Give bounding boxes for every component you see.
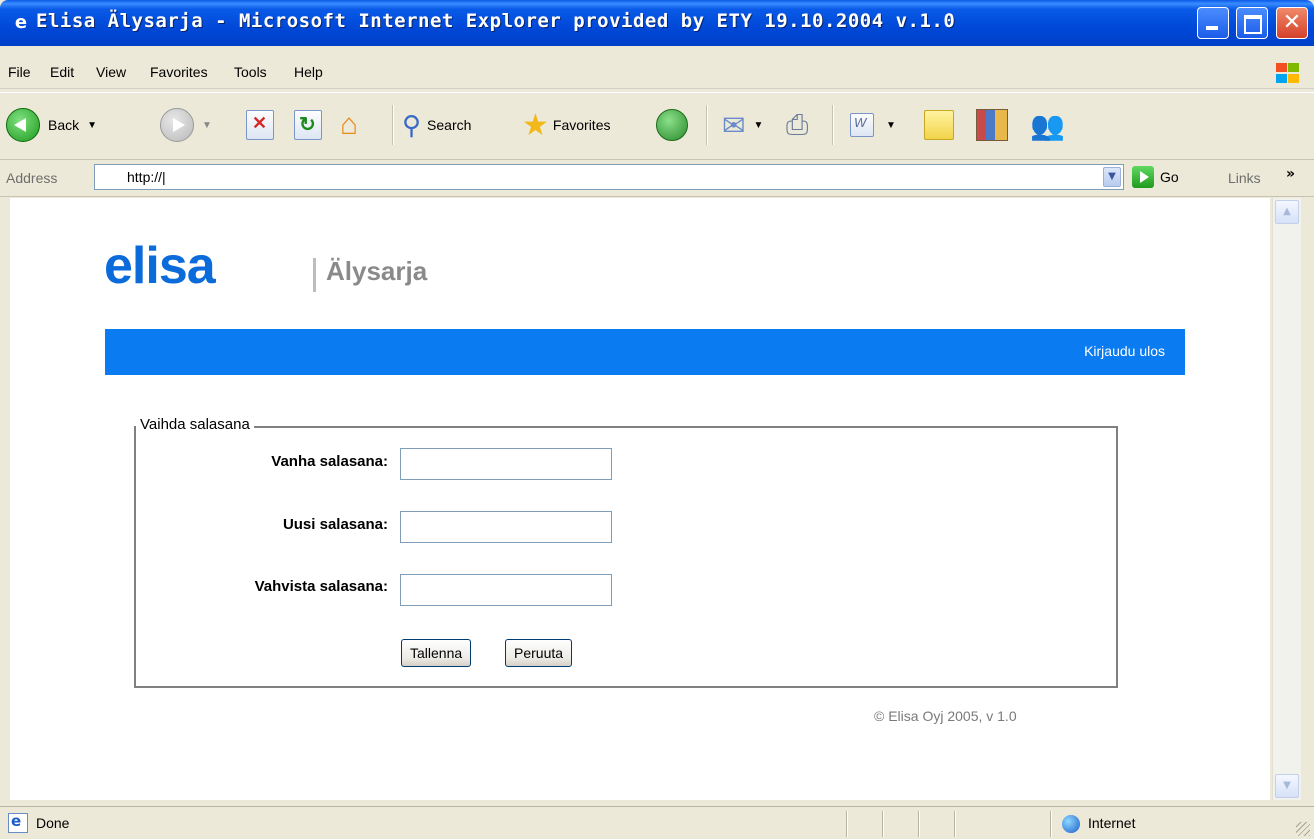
app-name: Älysarja	[326, 256, 428, 286]
close-button[interactable]: ✕	[1276, 7, 1308, 39]
old-password-label: Vanha salasana:	[271, 453, 388, 470]
menu-favorites[interactable]: Favorites	[150, 64, 208, 80]
menu-edit[interactable]: Edit	[50, 64, 74, 80]
menu-file[interactable]: File	[8, 64, 31, 80]
address-label: Address	[6, 170, 58, 186]
forward-arrow-icon	[160, 108, 194, 142]
windows-logo-icon	[1274, 62, 1300, 84]
status-divider	[882, 811, 884, 837]
menu-tools[interactable]: Tools	[234, 64, 267, 80]
status-divider	[1050, 811, 1052, 837]
chevron-right-icon[interactable]: »	[1286, 166, 1295, 182]
go-button[interactable]: Go	[1132, 166, 1179, 188]
menu-help[interactable]: Help	[294, 64, 323, 80]
title-bar[interactable]: e Elisa Älysarja - Microsoft Internet Ex…	[0, 0, 1314, 46]
refresh-button[interactable]: ↻	[294, 103, 322, 147]
mail-icon: ✉	[722, 109, 746, 141]
address-bar: Address http://| ▼ Go Links »	[0, 160, 1314, 197]
menu-bar: File Edit View Favorites Tools Help	[0, 58, 1314, 89]
print-button[interactable]: ⎙	[786, 103, 808, 147]
messenger-button[interactable]: 👥	[1030, 103, 1065, 147]
security-zone-text: Internet	[1088, 815, 1136, 831]
maximize-button[interactable]	[1236, 7, 1268, 39]
address-dropdown-icon[interactable]: ▼	[1103, 167, 1121, 187]
elisa-logo: elisa	[104, 237, 216, 295]
edit-dropdown-icon[interactable]: ▼	[886, 120, 896, 131]
print-icon: ⎙	[786, 108, 809, 140]
window-title: Elisa Älysarja - Microsoft Internet Expl…	[36, 10, 956, 32]
scroll-up-icon[interactable]: ▲	[1275, 200, 1299, 224]
title-divider	[313, 258, 316, 292]
home-icon: ⌂	[340, 108, 359, 141]
forward-dropdown-icon[interactable]: ▼	[202, 120, 212, 131]
toolbar-separator	[832, 105, 834, 145]
scroll-down-icon[interactable]: ▼	[1275, 774, 1299, 798]
home-button[interactable]: ⌂	[340, 103, 358, 147]
back-button[interactable]: Back ▼	[6, 103, 97, 147]
search-button[interactable]: ⚲ Search	[402, 103, 471, 147]
minimize-icon	[1198, 8, 1228, 38]
resize-grip-icon[interactable]	[1296, 822, 1310, 836]
fieldset-legend: Vaihda salasana	[136, 416, 254, 433]
confirm-password-label: Vahvista salasana:	[254, 578, 388, 595]
maximize-icon	[1237, 8, 1267, 38]
history-button[interactable]	[656, 103, 688, 147]
menu-view[interactable]: View	[96, 64, 126, 80]
vertical-scrollbar[interactable]: ▲ ▼	[1272, 198, 1301, 800]
research-button[interactable]	[976, 103, 1008, 147]
address-url: http://|	[127, 169, 166, 185]
mail-dropdown-icon[interactable]: ▼	[753, 120, 763, 131]
copyright-text: © Elisa Oyj 2005, v 1.0	[874, 708, 1017, 724]
word-icon: W	[850, 113, 874, 137]
mail-button[interactable]: ✉ ▼	[722, 103, 763, 147]
stop-icon: ✕	[246, 110, 274, 140]
go-label: Go	[1160, 169, 1179, 185]
messenger-icon: 👥	[1030, 109, 1065, 141]
search-label: Search	[427, 117, 472, 133]
back-label: Back	[48, 117, 80, 133]
search-icon: ⚲	[402, 109, 422, 140]
close-icon: ✕	[1282, 10, 1302, 35]
favorites-label: Favorites	[552, 117, 611, 133]
links-label[interactable]: Links	[1228, 170, 1261, 186]
back-arrow-icon	[6, 108, 40, 142]
forward-button[interactable]: ▼	[160, 103, 212, 147]
edit-word-button[interactable]: W ▼	[850, 103, 896, 147]
cancel-button[interactable]: Peruuta	[505, 639, 573, 667]
favorites-button[interactable]: ★ Favorites	[522, 103, 610, 147]
sticky-note-icon	[924, 110, 954, 140]
address-input[interactable]: http://| ▼	[94, 164, 1124, 190]
confirm-password-input[interactable]	[400, 574, 612, 606]
status-divider	[846, 811, 848, 837]
back-dropdown-icon[interactable]: ▼	[87, 120, 97, 131]
books-icon	[976, 109, 1008, 141]
status-divider	[954, 811, 956, 837]
minimize-button[interactable]	[1197, 7, 1229, 39]
header-band: Kirjaudu ulos	[105, 329, 1185, 375]
toolbar-separator	[706, 105, 708, 145]
refresh-icon: ↻	[294, 110, 322, 140]
status-bar: e Done Internet	[0, 806, 1314, 839]
history-icon	[656, 109, 688, 141]
new-password-input[interactable]	[400, 511, 612, 543]
logout-link[interactable]: Kirjaudu ulos	[1084, 343, 1165, 359]
notes-button[interactable]	[924, 103, 954, 147]
new-password-label: Uusi salasana:	[282, 516, 388, 533]
page-done-icon: e	[8, 812, 28, 833]
stop-button[interactable]: ✕	[246, 103, 274, 147]
status-text: Done	[36, 815, 70, 831]
internet-globe-icon	[1062, 815, 1080, 833]
page-viewport: elisa Älysarja Kirjaudu ulos Vaihda sala…	[10, 198, 1270, 800]
ie-icon: e	[14, 12, 28, 33]
status-divider	[918, 811, 920, 837]
old-password-input[interactable]	[400, 448, 612, 480]
browser-window: e Elisa Älysarja - Microsoft Internet Ex…	[0, 0, 1314, 839]
save-button[interactable]: Tallenna	[401, 639, 472, 667]
go-arrow-icon	[1132, 166, 1154, 188]
standard-toolbar: Back ▼ ▼ ✕ ↻ ⌂ ⚲ Search ★ Favorites ✉ ▼ …	[0, 92, 1314, 160]
favorites-star-icon: ★	[522, 108, 549, 142]
toolbar-separator	[392, 105, 394, 145]
